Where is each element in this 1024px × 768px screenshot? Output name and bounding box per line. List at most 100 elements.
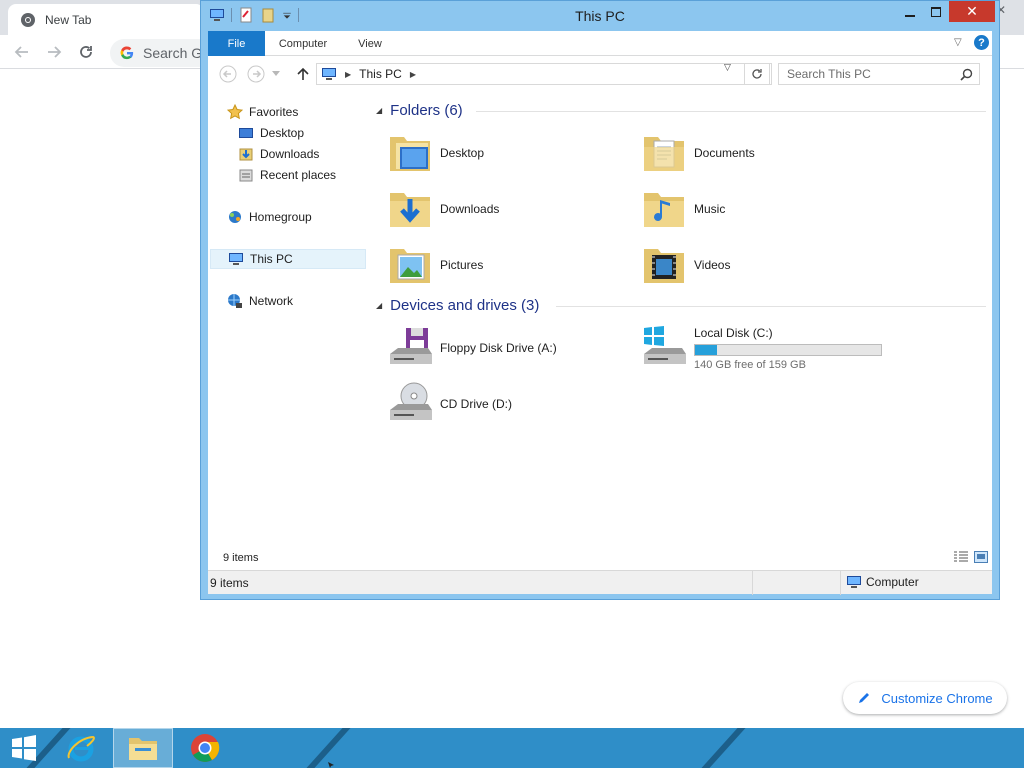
search-input[interactable]: Search This PC	[778, 63, 980, 85]
expand-ribbon-icon[interactable]: ▽	[954, 37, 962, 48]
folder-videos-label: Videos	[694, 258, 731, 272]
back-button[interactable]	[218, 64, 238, 84]
refresh-icon	[752, 69, 762, 79]
minimize-button[interactable]	[897, 1, 923, 22]
nav-recent-places-label: Recent places	[260, 168, 337, 182]
nav-desktop-label: Desktop	[260, 126, 305, 140]
folders-group-header[interactable]: ◢ Folders (6)	[376, 102, 463, 119]
folder-downloads-label: Downloads	[440, 202, 500, 216]
content-area: Favorites Desktop Downloads Recent place…	[208, 92, 992, 570]
disk-usage-bar	[694, 343, 882, 356]
taskbar-decoration	[288, 728, 360, 768]
devices-group-header[interactable]: ◢ Devices and drives (3)	[376, 297, 539, 314]
floppy-drive-icon	[390, 328, 432, 364]
nav-network[interactable]: Network	[227, 291, 293, 311]
breadcrumb-this-pc[interactable]: This PC	[359, 67, 402, 81]
ribbon: File Computer View ▽ ?	[208, 31, 992, 56]
forward-button[interactable]	[246, 64, 266, 84]
folder-music[interactable]: Music	[640, 183, 725, 235]
folder-downloads[interactable]: Downloads	[386, 183, 499, 235]
up-button[interactable]	[293, 64, 313, 84]
drive-cd-d[interactable]: CD Drive (D:)	[386, 378, 512, 430]
taskbar-internet-explorer[interactable]	[51, 728, 111, 768]
pictures-folder-icon	[390, 249, 430, 283]
collapse-caret-icon[interactable]: ◢	[376, 301, 382, 310]
minimize-icon	[905, 14, 915, 17]
drive-floppy[interactable]: Floppy Disk Drive (A:)	[386, 322, 557, 374]
start-icon	[12, 735, 36, 761]
title-bar[interactable]: This PC ✕	[201, 1, 999, 31]
help-icon[interactable]: ?	[974, 35, 989, 50]
collapse-caret-icon[interactable]: ◢	[376, 106, 382, 115]
nav-downloads[interactable]: Downloads	[238, 144, 319, 164]
tab-computer[interactable]: Computer	[270, 31, 336, 56]
tab-file[interactable]: File	[208, 31, 265, 56]
nav-recent-places[interactable]: Recent places	[238, 165, 336, 185]
folder-videos[interactable]: Videos	[640, 239, 730, 291]
view-switcher	[954, 551, 988, 563]
group-divider	[556, 306, 986, 307]
folder-pictures-label: Pictures	[440, 258, 484, 272]
chrome-tab-new-tab[interactable]: New Tab	[8, 4, 204, 35]
chevron-down-icon	[272, 71, 280, 76]
computer-icon	[228, 251, 244, 267]
address-dropdown-icon[interactable]: ▽	[724, 62, 731, 73]
maximize-button[interactable]	[923, 1, 949, 22]
large-icons-view-icon[interactable]	[974, 551, 988, 563]
folder-desktop[interactable]: Desktop	[386, 127, 484, 179]
close-button[interactable]: ✕	[949, 1, 995, 22]
forward-button[interactable]	[43, 41, 65, 63]
reload-button[interactable]	[75, 41, 97, 63]
nav-homegroup[interactable]: Homegroup	[227, 207, 312, 227]
drive-local-c[interactable]: Local Disk (C:) 140 GB free of 159 GB	[640, 322, 882, 374]
reload-icon	[80, 46, 92, 58]
breadcrumb-separator-icon[interactable]: ▶	[345, 70, 351, 79]
status-location-label: Computer	[866, 575, 919, 589]
documents-folder-icon	[644, 137, 684, 171]
mouse-cursor-icon	[328, 762, 334, 768]
maximize-icon	[931, 6, 941, 17]
disk-usage-fill	[695, 344, 718, 355]
forward-arrow-icon	[247, 65, 265, 83]
internet-explorer-icon	[67, 735, 95, 762]
status-location: Computer	[846, 575, 919, 589]
details-view-icon[interactable]	[954, 551, 968, 563]
downloads-icon	[238, 146, 254, 162]
address-bar[interactable]: ▶ This PC ▶	[316, 63, 772, 85]
items-view: ◢ Folders (6) Desktop Documents Download…	[366, 92, 992, 552]
computer-icon	[322, 68, 336, 80]
status-divider	[840, 571, 841, 595]
back-arrow-icon	[219, 65, 237, 83]
tab-title: New Tab	[45, 12, 92, 27]
customize-chrome-button[interactable]: Customize Chrome	[843, 682, 1007, 714]
taskbar-chrome[interactable]	[175, 728, 235, 768]
desktop-icon	[238, 125, 254, 141]
nav-desktop[interactable]: Desktop	[238, 123, 304, 143]
refresh-button[interactable]	[744, 63, 770, 85]
nav-network-label: Network	[249, 294, 294, 308]
close-icon: ✕	[966, 3, 978, 19]
recent-locations-dropdown[interactable]	[270, 64, 282, 84]
explorer-window: This PC ✕ File Computer View ▽ ? ▶ This …	[200, 0, 1000, 600]
homegroup-icon	[227, 209, 243, 225]
search-icon[interactable]	[960, 68, 973, 81]
breadcrumb-separator-icon[interactable]: ▶	[410, 70, 416, 79]
nav-favorites[interactable]: Favorites	[227, 102, 298, 122]
nav-homegroup-label: Homegroup	[249, 210, 312, 224]
back-button[interactable]	[11, 41, 33, 63]
folder-music-label: Music	[694, 202, 726, 216]
tab-view[interactable]: View	[348, 31, 392, 56]
group-divider	[476, 111, 986, 112]
window-title: This PC	[575, 8, 625, 24]
taskbar-file-explorer[interactable]	[113, 728, 173, 768]
folder-documents[interactable]: Documents	[640, 127, 755, 179]
star-icon	[227, 104, 243, 120]
status-divider	[752, 571, 753, 595]
folder-pictures[interactable]: Pictures	[386, 239, 483, 291]
start-button[interactable]	[0, 728, 48, 768]
nav-this-pc[interactable]: This PC	[210, 249, 366, 269]
forward-arrow-icon	[48, 46, 62, 58]
music-folder-icon	[644, 193, 684, 227]
google-g-icon	[120, 46, 134, 60]
chrome-favicon-icon	[21, 12, 35, 27]
